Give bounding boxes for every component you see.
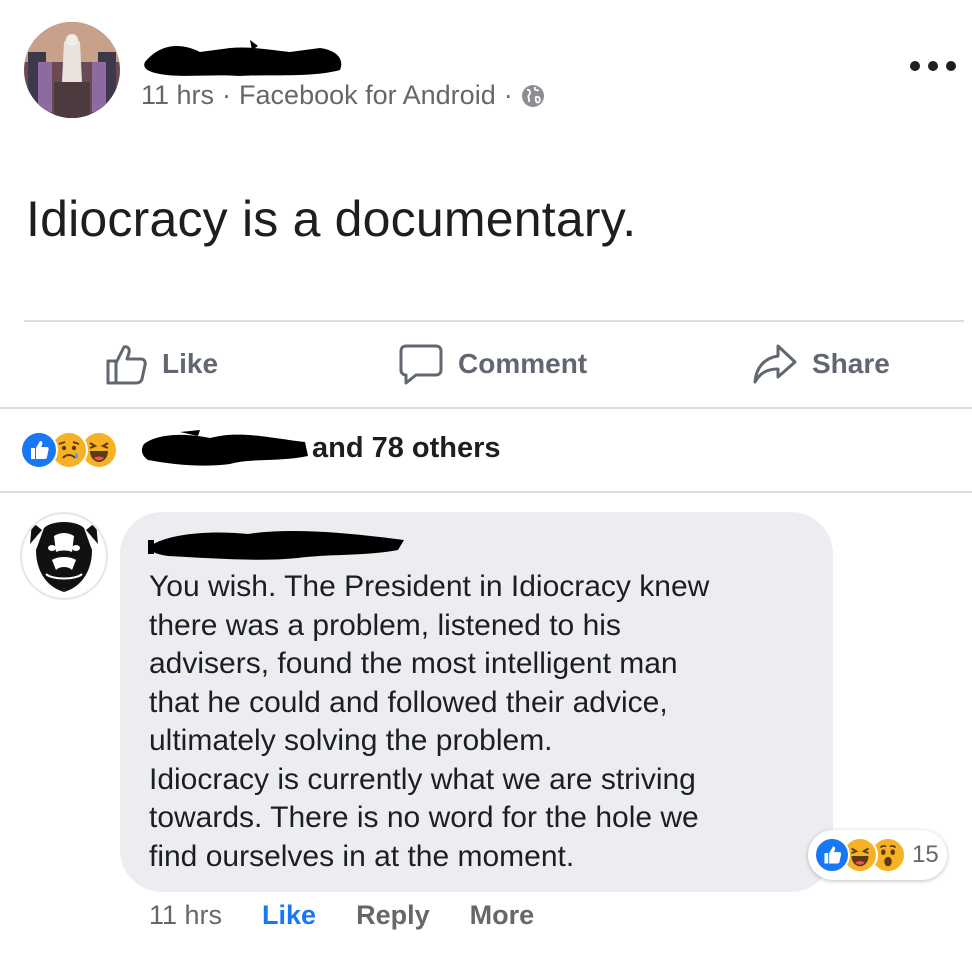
divider <box>0 491 972 493</box>
divider <box>24 320 964 322</box>
like-button[interactable]: Like <box>104 342 218 386</box>
comment-button[interactable]: Comment <box>398 342 587 386</box>
comment-actions: 11 hrs Like Reply More <box>149 900 574 931</box>
comment-time[interactable]: 11 hrs <box>149 900 222 931</box>
share-label: Share <box>812 348 890 379</box>
meta-separator-2: · <box>503 80 513 110</box>
post-time[interactable]: 11 hrs <box>141 80 214 111</box>
comment-reaction-count: 15 <box>912 841 939 868</box>
reactors-count[interactable]: and 78 others <box>312 432 501 465</box>
comment-like-button[interactable]: Like <box>262 900 316 931</box>
post-source: Facebook for Android <box>239 80 496 110</box>
like-label: Like <box>162 348 219 379</box>
more-options-icon[interactable] <box>910 56 956 76</box>
comment-label: Comment <box>458 348 588 379</box>
commenter-avatar[interactable] <box>20 512 108 600</box>
comment-reply-button[interactable]: Reply <box>356 900 430 931</box>
comment-icon <box>399 344 443 385</box>
reactions-summary[interactable] <box>20 430 118 470</box>
comment-text: You wish. The President in Idiocracy kne… <box>149 570 710 873</box>
like-icon <box>20 431 58 469</box>
comment-more-button[interactable]: More <box>470 900 535 931</box>
redacted-name <box>144 40 342 76</box>
divider <box>0 407 972 409</box>
share-button[interactable]: Share <box>752 342 890 386</box>
post-meta: 11 hrs · Facebook for Android · <box>141 80 545 111</box>
meta-separator: · <box>222 80 232 110</box>
globe-icon[interactable] <box>521 84 545 108</box>
like-icon <box>814 837 850 873</box>
share-icon <box>753 344 797 384</box>
thumbs-up-icon <box>106 345 147 385</box>
redacted-commenter-name <box>148 531 404 560</box>
post-text: Idiocracy is a documentary. <box>26 191 637 247</box>
poster-avatar[interactable] <box>24 22 120 118</box>
comment-reactions[interactable]: 15 <box>808 830 947 880</box>
redacted-reactor-names <box>141 430 308 466</box>
